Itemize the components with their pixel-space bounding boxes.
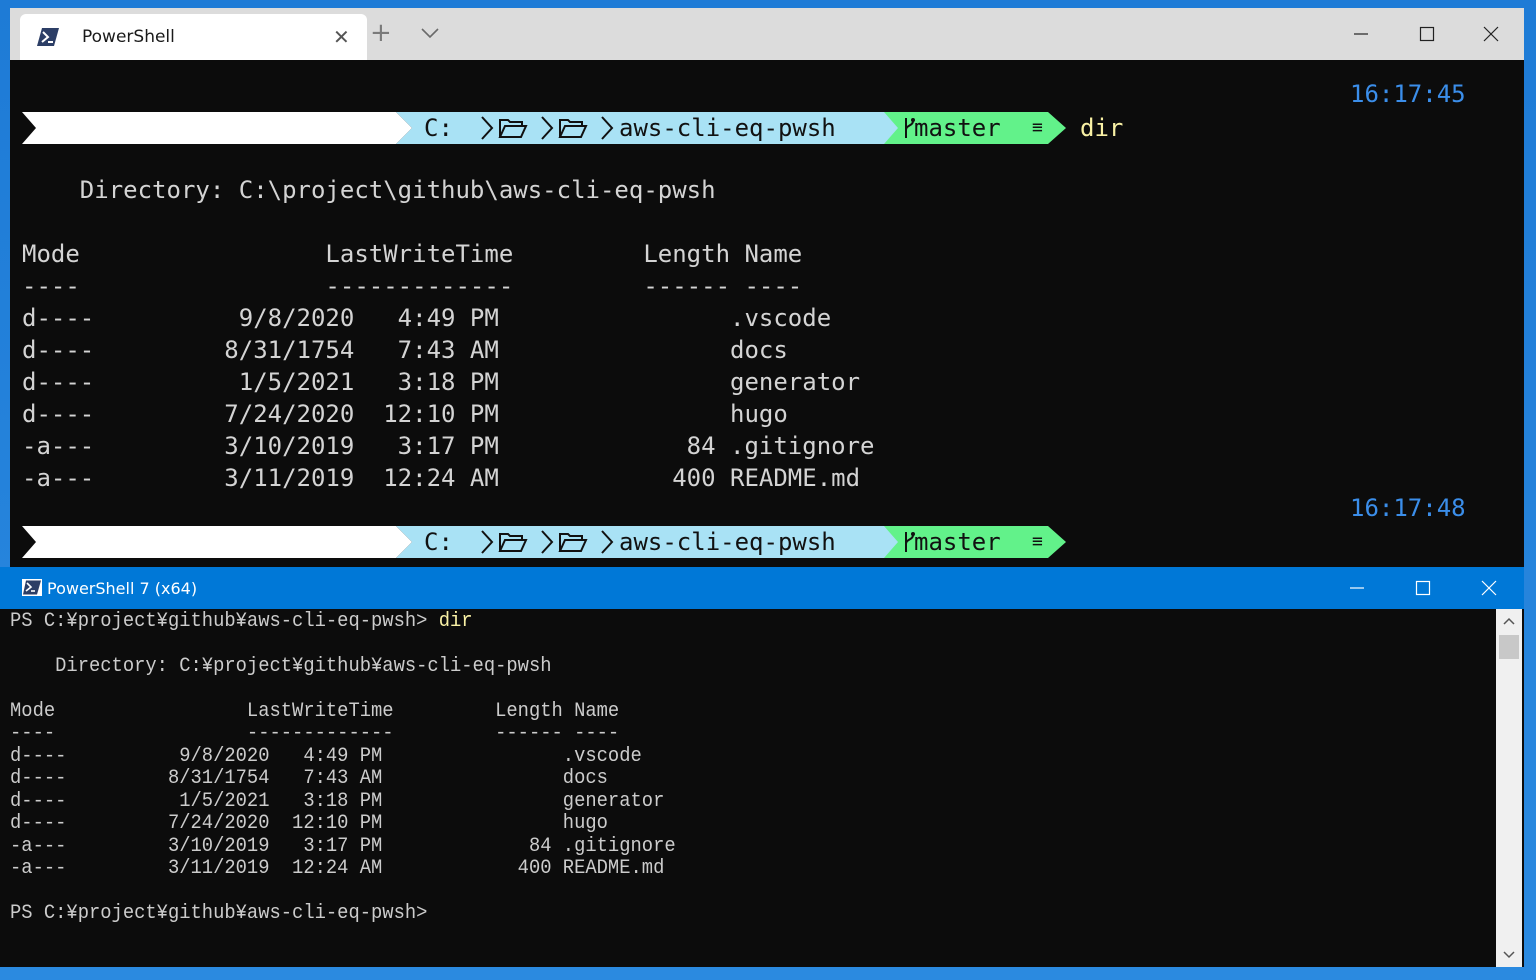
prompt-branch: master (914, 114, 1001, 142)
typed-command: dir (438, 610, 473, 633)
console-content[interactable]: PS C:¥project¥github¥aws-cli-eq-pwsh> di… (0, 609, 1496, 967)
prompt-clock: 16:17:45 (1350, 80, 1466, 108)
table-header-underline: ---- ------------- ------ ---- (22, 272, 803, 300)
table-row: d---- 8/31/1754 7:43 AM docs (10, 767, 608, 790)
table-row: d---- 7/24/2020 12:10 PM hugo (10, 812, 608, 835)
prompt-user-segment: shibata.takuya@HL00750 (22, 526, 412, 558)
console-titlebar[interactable]: PowerShell 7 (x64) (0, 567, 1524, 609)
prompt-user: shibata.takuya@HL00750 (167, 146, 486, 174)
scrollbar-thumb[interactable] (1499, 635, 1519, 659)
prompt-folder: aws-cli-eq-pwsh (619, 114, 836, 142)
table-row: d---- 1/5/2021 3:18 PM generator (10, 790, 665, 813)
powershell-icon (37, 28, 59, 46)
vertical-scrollbar[interactable] (1496, 609, 1522, 967)
chevron-right-icon (541, 116, 554, 140)
folder-open-icon (558, 533, 588, 552)
powerline-prompt: shibata.takuya@HL00750 C: aws-cli-eq-pws… (22, 112, 1222, 144)
maximize-button[interactable] (1400, 568, 1446, 608)
prompt-branch: master (914, 528, 1001, 556)
chevron-right-icon (601, 116, 614, 140)
table-header: Mode LastWriteTime Length Name (22, 240, 803, 268)
chevron-down-icon[interactable] (419, 24, 441, 42)
terminal-content[interactable]: 16:17:45 shibata.takuya@HL00750 C: aws-c… (22, 60, 1522, 565)
table-header-underline: ---- ------------- ------ ---- (10, 722, 620, 745)
close-tab-icon[interactable]: ✕ (333, 25, 350, 49)
folder-open-icon (558, 119, 588, 138)
powershell-icon (22, 579, 42, 596)
table-row: -a--- 3/10/2019 3:17 PM 84 .gitignore (10, 835, 676, 858)
tab-powershell[interactable]: PowerShell ✕ (20, 14, 367, 60)
close-button[interactable] (1466, 568, 1512, 608)
table-row: -a--- 3/10/2019 3:17 PM 84 .gitignore (22, 432, 875, 460)
windows-terminal-window: PowerShell ✕ + 16:17:45 shibata.takuya@H… (10, 8, 1524, 567)
window-title: PowerShell 7 (x64) (47, 579, 198, 598)
close-icon (1481, 580, 1497, 596)
chevron-right-icon (601, 530, 614, 554)
minimize-button[interactable] (1334, 568, 1380, 608)
minimize-icon (1350, 587, 1364, 589)
chevron-right-icon (481, 530, 494, 554)
terminal-titlebar[interactable]: PowerShell ✕ + (10, 8, 1524, 60)
table-header: Mode LastWriteTime Length Name (10, 700, 620, 723)
branch-status: ≡ (1032, 531, 1043, 552)
tab-title: PowerShell (82, 27, 175, 47)
folder-open-icon (498, 119, 528, 138)
branch-status: ≡ (1032, 117, 1043, 138)
console-prompt: PS C:¥project¥github¥aws-cli-eq-pwsh> (10, 610, 439, 633)
table-row: -a--- 3/11/2019 12:24 AM 400 README.md (10, 857, 665, 880)
typed-command: dir (1080, 114, 1124, 142)
prompt-folder: aws-cli-eq-pwsh (619, 528, 836, 556)
command-line: PS C:¥project¥github¥aws-cli-eq-pwsh> di… (10, 611, 473, 633)
directory-line: Directory: C:¥project¥github¥aws-cli-eq-… (10, 655, 552, 678)
minimize-button[interactable] (1338, 14, 1384, 54)
powershell-console-window: PowerShell 7 (x64) PS C:¥project¥github¥… (0, 567, 1524, 967)
chevron-right-icon (541, 530, 554, 554)
folder-open-icon (498, 533, 528, 552)
prompt-git-segment: master ≡ (884, 112, 1066, 144)
close-icon (1483, 26, 1499, 42)
table-row: d---- 7/24/2020 12:10 PM hugo (22, 400, 788, 428)
chevron-down-icon (1503, 951, 1515, 959)
close-button[interactable] (1468, 14, 1514, 54)
table-row: d---- 8/31/1754 7:43 AM docs (22, 336, 788, 364)
maximize-button[interactable] (1404, 14, 1450, 54)
prompt-git-segment: master ≡ (884, 526, 1066, 558)
prompt-clock: 16:17:48 (1350, 494, 1466, 522)
scroll-down-button[interactable] (1496, 943, 1522, 967)
console-prompt: PS C:¥project¥github¥aws-cli-eq-pwsh> (10, 902, 428, 925)
maximize-icon (1415, 580, 1431, 596)
table-row: d---- 9/8/2020 4:49 PM .vscode (10, 745, 642, 768)
table-row: -a--- 3/11/2019 12:24 AM 400 README.md (22, 464, 861, 492)
minimize-icon (1354, 33, 1368, 35)
table-row: d---- 9/8/2020 4:49 PM .vscode (22, 304, 832, 332)
prompt-drive: C: (424, 528, 453, 556)
table-row: d---- 1/5/2021 3:18 PM generator (22, 368, 861, 396)
directory-line: Directory: C:\project\github\aws-cli-eq-… (22, 176, 716, 204)
powerline-prompt: shibata.takuya@HL00750 C: aws-cli-eq-pws… (22, 526, 1222, 558)
scroll-up-button[interactable] (1496, 609, 1522, 633)
new-tab-button[interactable]: + (370, 20, 392, 46)
chevron-up-icon (1503, 617, 1515, 625)
maximize-icon (1419, 26, 1435, 42)
prompt-drive: C: (424, 114, 453, 142)
chevron-right-icon (481, 116, 494, 140)
prompt-user-segment: shibata.takuya@HL00750 (22, 112, 412, 144)
